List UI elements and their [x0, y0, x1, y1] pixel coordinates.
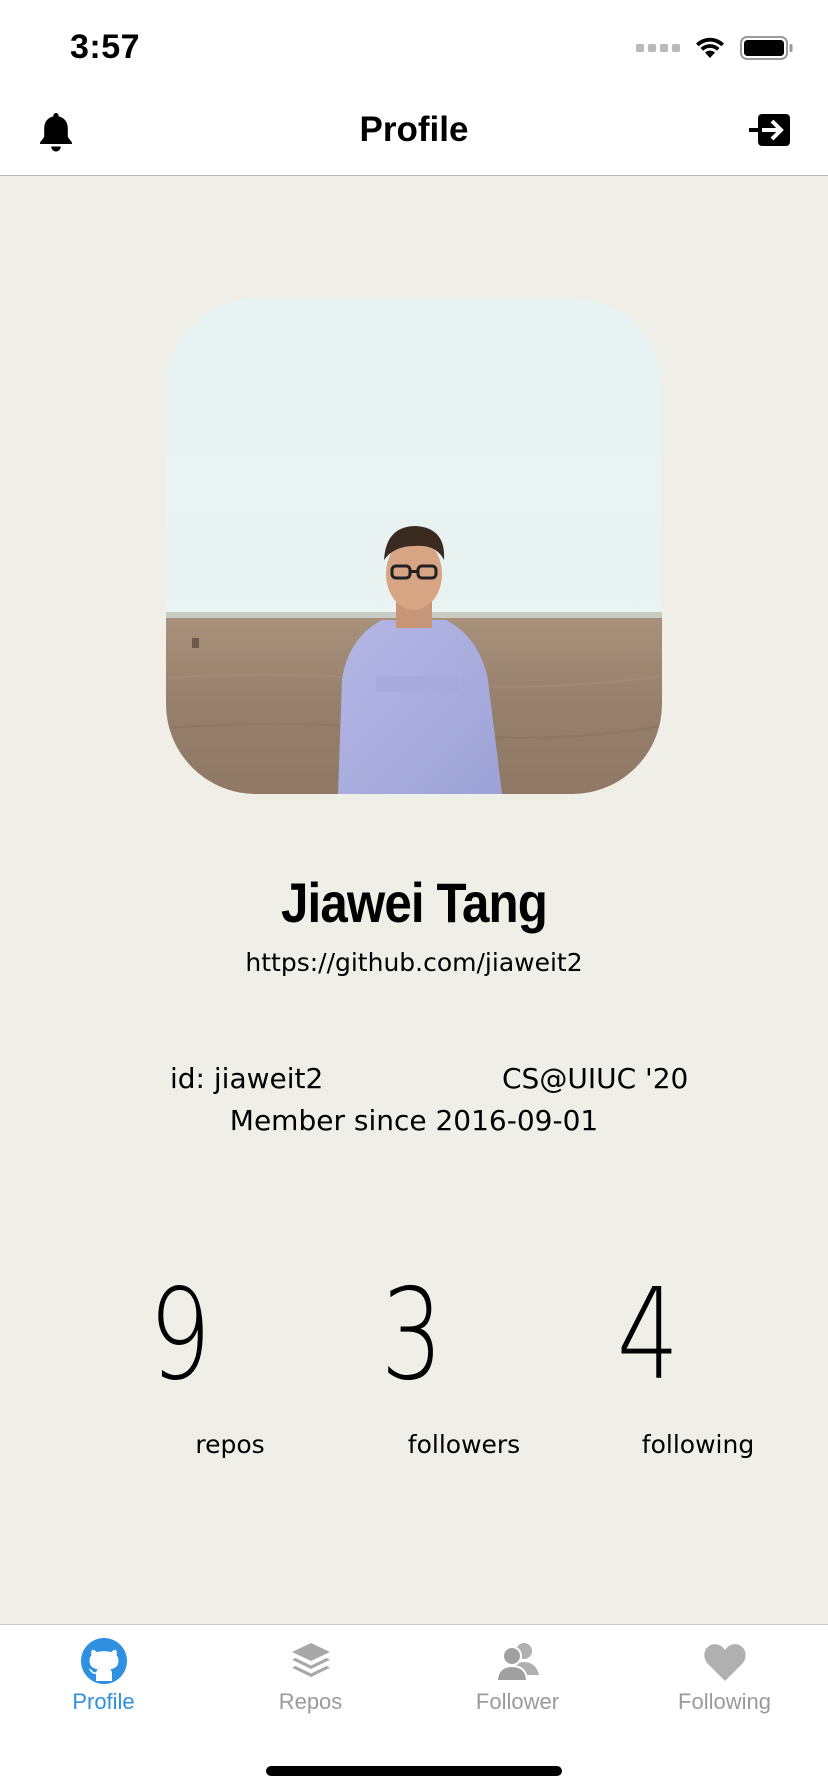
- followers-label: followers: [407, 1430, 521, 1459]
- heart-icon: [703, 1644, 746, 1681]
- home-indicator[interactable]: [266, 1766, 562, 1776]
- cellular-signal-icon: [636, 44, 680, 52]
- tab-following[interactable]: Following: [621, 1637, 828, 1715]
- tab-profile[interactable]: Profile: [0, 1637, 207, 1715]
- layers-icon: [291, 1643, 330, 1677]
- followers-count[interactable]: 3: [334, 1272, 490, 1398]
- profile-screen: 3:57 Profile Jiawei Tang https://github.…: [0, 0, 828, 1792]
- page-title: Profile: [359, 110, 469, 149]
- battery-icon: [740, 36, 793, 60]
- tab-profile-label: Profile: [72, 1689, 135, 1714]
- member-since: Member since 2016-09-01: [229, 1104, 599, 1137]
- wifi-icon: [696, 37, 724, 58]
- navigation-bar: Profile: [0, 96, 828, 176]
- tab-repos-label: Repos: [278, 1689, 343, 1714]
- tab-follower[interactable]: Follower: [414, 1637, 621, 1715]
- status-icons: [636, 36, 794, 60]
- tab-follower-label: Follower: [475, 1689, 560, 1714]
- profile-id: id: jiaweit2: [170, 1062, 324, 1095]
- tab-following-label: Following: [678, 1689, 771, 1714]
- avatar: [166, 298, 662, 794]
- repos-count[interactable]: 9: [102, 1272, 258, 1398]
- logout-icon[interactable]: [748, 112, 792, 148]
- tab-repos[interactable]: Repos: [207, 1637, 414, 1715]
- profile-school: CS@UIUC '20: [502, 1062, 689, 1095]
- users-icon: [495, 1643, 539, 1682]
- github-icon: [80, 1638, 127, 1684]
- status-time: 3:57: [70, 28, 141, 66]
- profile-url-link[interactable]: https://github.com/jiaweit2: [0, 948, 828, 977]
- following-label: following: [641, 1430, 755, 1459]
- status-bar: 3:57: [0, 0, 828, 96]
- following-count[interactable]: 4: [570, 1272, 726, 1398]
- profile-name: Jiawei Tang: [280, 871, 548, 934]
- repos-label: repos: [195, 1430, 265, 1459]
